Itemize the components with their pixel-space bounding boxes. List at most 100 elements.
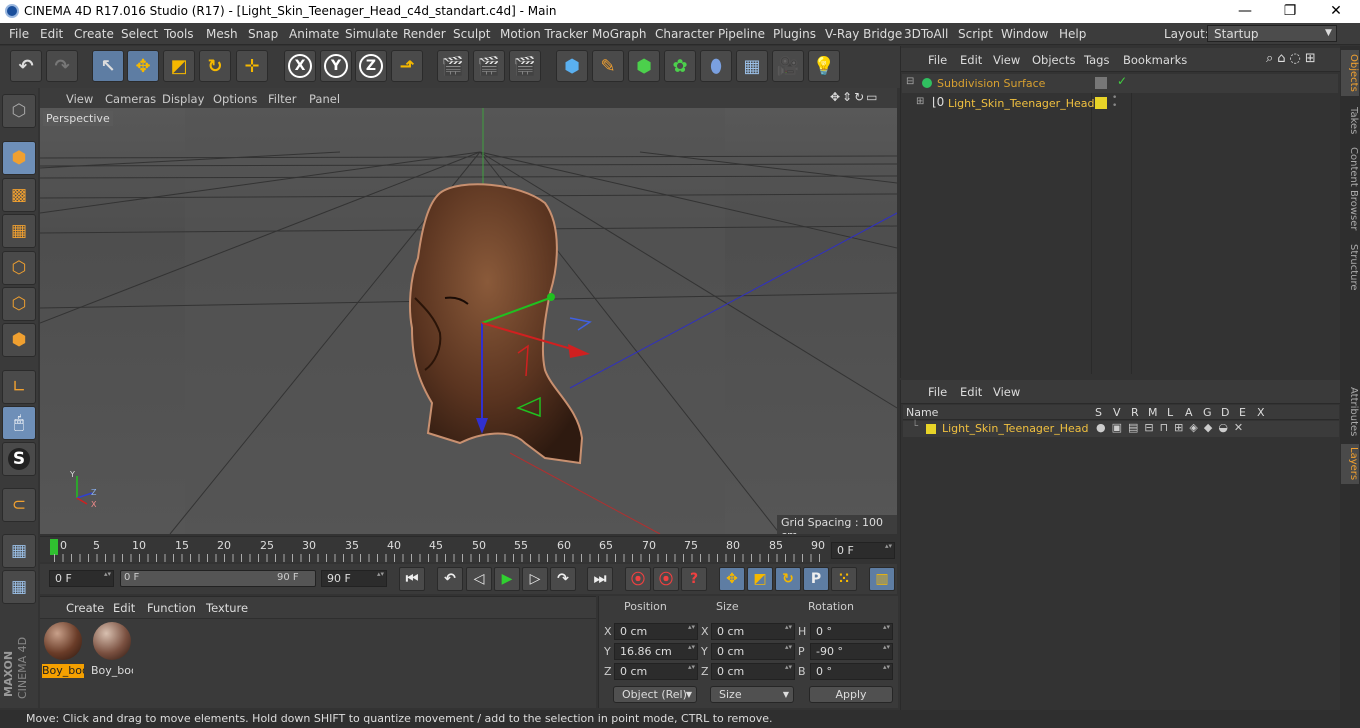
tab-content-browser[interactable]: Content Browser [1341, 144, 1359, 234]
render-picture-viewer-button[interactable]: 🎬 [473, 50, 505, 82]
position-x-field[interactable]: 0 cm [614, 623, 698, 640]
locked-workplane-button[interactable]: ▦ [2, 570, 36, 604]
menu-animate[interactable]: Animate [289, 27, 339, 41]
layer-column-name[interactable]: Name [906, 406, 938, 419]
render-settings-button[interactable]: 🎬 [509, 50, 541, 82]
menu-window[interactable]: Window [1001, 27, 1048, 41]
rotate-tool-button[interactable]: ↻ [199, 50, 231, 82]
undo-button[interactable]: ↶ [10, 50, 42, 82]
layer-color-swatch[interactable] [926, 424, 936, 434]
check-icon[interactable]: ✓ [1117, 74, 1127, 88]
rotation-h-field[interactable]: 0 ° [810, 623, 893, 640]
object-row-subdivision[interactable]: ⊟ Subdivision Surface ✓ [902, 74, 1338, 93]
key-rotation-button[interactable]: ↻ [775, 567, 801, 591]
menu-character[interactable]: Character [655, 27, 714, 41]
menu-simulate[interactable]: Simulate [345, 27, 398, 41]
collapse-icon[interactable]: ⊟ [906, 76, 914, 87]
material-swatch[interactable]: Boy_bod [41, 620, 85, 680]
make-editable-button[interactable]: ⬡ [2, 94, 36, 128]
model-mode-button[interactable]: ⬢ [2, 141, 36, 175]
size-mode-dropdown[interactable]: Size ▼ [710, 686, 794, 703]
workplane-mode-button[interactable]: ▦ [2, 214, 36, 248]
pen-spline-button[interactable]: ✎ [592, 50, 624, 82]
coordinate-system-button[interactable]: ⬏ [391, 50, 423, 82]
viewport-menu-panel[interactable]: Panel [309, 92, 340, 106]
coordinate-mode-dropdown[interactable]: Object (Rel) ▼ [613, 686, 697, 703]
next-frame-button[interactable]: ▷ [522, 567, 548, 591]
previous-frame-button[interactable]: ◁ [466, 567, 492, 591]
current-frame-field[interactable]: 0 F [831, 542, 895, 559]
menu-mesh[interactable]: Mesh [206, 27, 238, 41]
keyframe-selection-button[interactable]: ? [681, 567, 707, 591]
viewport-menu-display[interactable]: Display [162, 92, 204, 106]
material-swatch[interactable]: Boy_bod [90, 620, 134, 680]
layer-column-view[interactable]: V [1113, 406, 1121, 419]
cube-primitive-button[interactable]: ⬢ [556, 50, 588, 82]
menu-sculpt[interactable]: Sculpt [453, 27, 490, 41]
apply-button[interactable]: Apply [809, 686, 893, 703]
frame-range-slider[interactable]: 0 F 90 F [120, 570, 316, 587]
key-pla-button[interactable]: ⁙ [831, 567, 857, 591]
menu-motion-tracker[interactable]: Motion Tracker [500, 27, 588, 41]
tab-structure[interactable]: Structure [1341, 242, 1359, 292]
layer-column-animation[interactable]: A [1185, 406, 1193, 419]
viewport-menu-options[interactable]: Options [213, 92, 257, 106]
tab-attributes[interactable]: Attributes [1341, 384, 1359, 440]
x-axis-lock-button[interactable]: X [284, 50, 316, 82]
end-frame-field[interactable]: 90 F [321, 570, 387, 587]
previous-keyframe-button[interactable]: ↶ [437, 567, 463, 591]
layout-dropdown[interactable]: Startup ▼ [1207, 25, 1337, 42]
layer-flag-icons[interactable]: ●▣▤⊟⊓⊞◈◆◒✕ [1096, 421, 1249, 434]
position-y-field[interactable]: 16.86 cm [614, 643, 698, 660]
viewport-navigation-icons[interactable]: ✥⇕↻▭ [830, 90, 880, 104]
menu-tools[interactable]: Tools [164, 27, 194, 41]
edge-mode-button[interactable]: ⬡ [2, 287, 36, 321]
viewport-menu-view[interactable]: View [66, 92, 93, 106]
layer-column-solo[interactable]: S [1095, 406, 1102, 419]
subdivision-generator-button[interactable]: ⬢ [628, 50, 660, 82]
rotation-p-field[interactable]: -90 ° [810, 643, 893, 660]
menu-mograph[interactable]: MoGraph [592, 27, 647, 41]
layer-menu-edit[interactable]: Edit [960, 385, 982, 399]
menu-pipeline[interactable]: Pipeline [718, 27, 765, 41]
tab-objects[interactable]: Objects [1341, 50, 1359, 96]
material-menu-function[interactable]: Function [147, 601, 196, 615]
menu-snap[interactable]: Snap [248, 27, 278, 41]
axis-mode-button[interactable]: ∟ [2, 370, 36, 404]
rotation-b-field[interactable]: 0 ° [810, 663, 893, 680]
menu-3dtoall[interactable]: 3DToAll [904, 27, 948, 41]
close-button[interactable]: ✕ [1313, 0, 1359, 23]
key-position-button[interactable]: ✥ [719, 567, 745, 591]
material-menu-create[interactable]: Create [66, 601, 104, 615]
search-icon[interactable]: ⌕⌂◌⊞ [1266, 51, 1320, 66]
layer-menu-file[interactable]: File [928, 385, 947, 399]
layer-column-locked[interactable]: L [1167, 406, 1173, 419]
polygon-mode-button[interactable]: ⬢ [2, 323, 36, 357]
texture-mode-button[interactable]: ▩ [2, 178, 36, 212]
layer-column-xref[interactable]: X [1257, 406, 1265, 419]
record-active-button[interactable]: ⦿ [625, 567, 651, 591]
workplane-button[interactable]: ▦ [2, 534, 36, 568]
size-z-field[interactable]: 0 cm [711, 663, 795, 680]
key-parameter-button[interactable]: P [803, 567, 829, 591]
menu-plugins[interactable]: Plugins [773, 27, 816, 41]
timeline-ruler[interactable]: 0 5 10 15 20 25 30 35 40 45 50 55 60 65 … [40, 536, 830, 562]
size-y-field[interactable]: 0 cm [711, 643, 795, 660]
y-axis-lock-button[interactable]: Y [320, 50, 352, 82]
viewport-menu-cameras[interactable]: Cameras [105, 92, 156, 106]
start-frame-field[interactable]: 0 F [49, 570, 114, 587]
object-menu-view[interactable]: View [993, 53, 1020, 67]
menu-edit[interactable]: Edit [40, 27, 63, 41]
next-keyframe-button[interactable]: ↷ [550, 567, 576, 591]
layer-color-swatch[interactable] [1095, 97, 1107, 109]
material-menu-texture[interactable]: Texture [206, 601, 248, 615]
move-tool-button[interactable]: ✥ [127, 50, 159, 82]
menu-file[interactable]: File [9, 27, 29, 41]
layer-column-render[interactable]: R [1131, 406, 1139, 419]
point-mode-button[interactable]: ⬡ [2, 251, 36, 285]
go-to-end-button[interactable]: ⏭ [587, 567, 613, 591]
object-menu-objects[interactable]: Objects [1032, 53, 1075, 67]
layer-column-manager[interactable]: M [1148, 406, 1158, 419]
material-menu-edit[interactable]: Edit [113, 601, 135, 615]
layer-menu-view[interactable]: View [993, 385, 1020, 399]
